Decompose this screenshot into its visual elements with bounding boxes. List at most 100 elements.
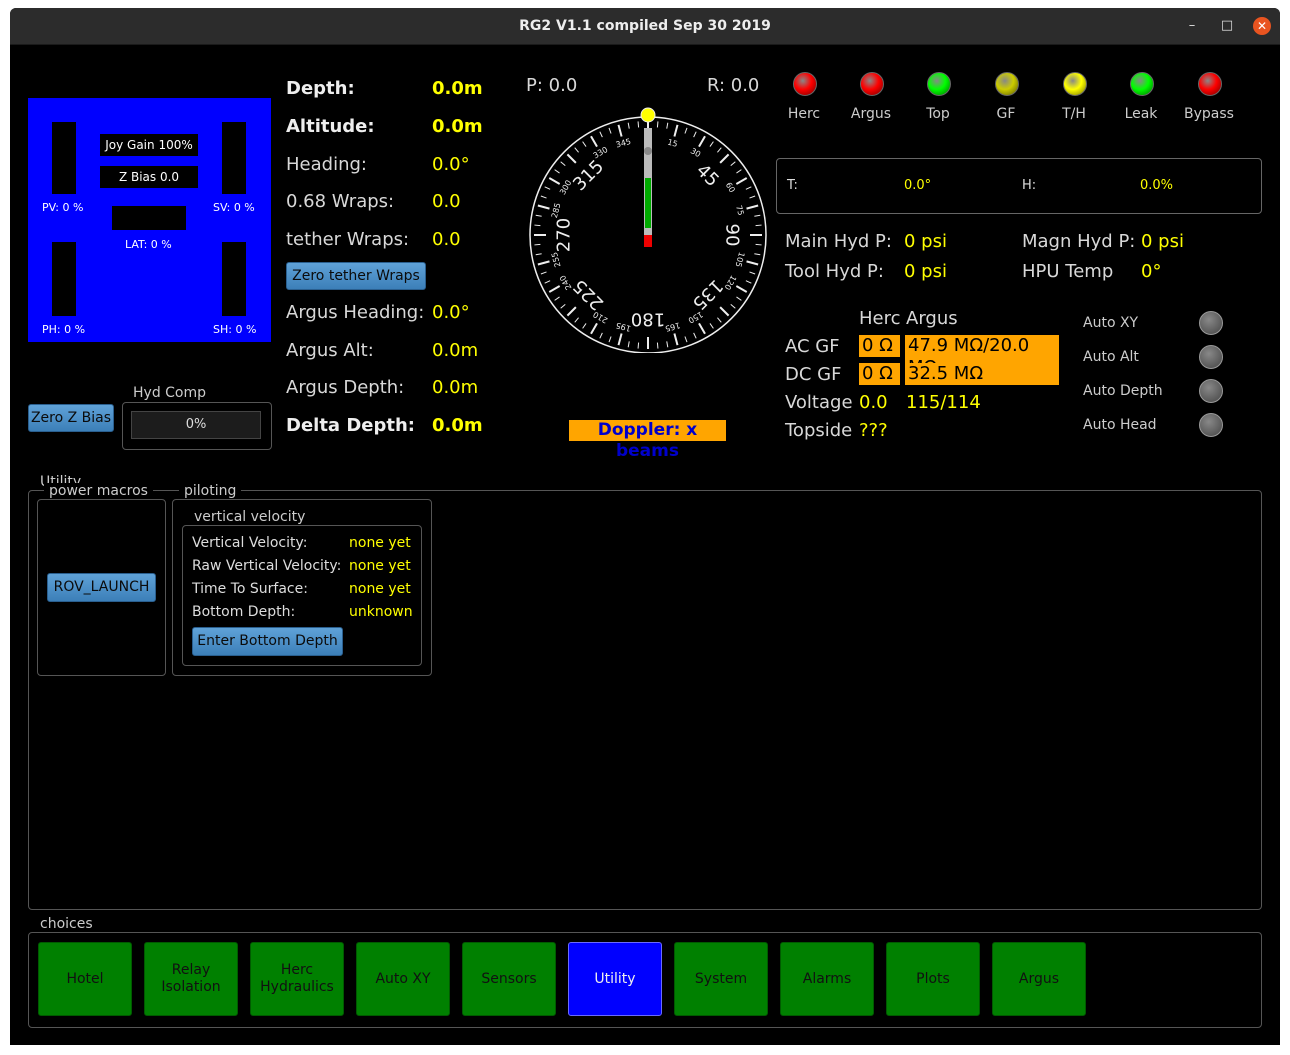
compass-tick bbox=[544, 280, 551, 284]
compass-tick bbox=[540, 195, 547, 199]
compass-tick bbox=[730, 304, 736, 309]
compass-label: 330 bbox=[592, 145, 610, 160]
bottom-depth-label: Bottom Depth: bbox=[192, 604, 296, 620]
main-hyd-value: 0 psi bbox=[904, 231, 947, 252]
doppler-status: Doppler: x beams bbox=[569, 420, 726, 461]
ph-bar bbox=[52, 242, 76, 316]
choice-relay-isolation-button[interactable]: Relay Isolation bbox=[144, 942, 238, 1016]
compass-tick bbox=[637, 342, 640, 349]
compass-label: 150 bbox=[687, 310, 705, 325]
close-button[interactable]: ✕ bbox=[1253, 17, 1271, 35]
compass-tick bbox=[608, 336, 612, 343]
maximize-button[interactable]: □ bbox=[1218, 17, 1236, 35]
hpu-temp-value: 0° bbox=[1141, 261, 1162, 282]
choice-herc-hydraulics-button[interactable]: Herc Hydraulics bbox=[250, 942, 344, 1016]
zero-z-bias-button[interactable]: Zero Z Bias bbox=[28, 404, 114, 432]
compass-tick bbox=[673, 124, 679, 137]
vv-label: Vertical Velocity: bbox=[192, 535, 308, 551]
heading-marker bbox=[640, 107, 656, 123]
choice-auto-xy-button[interactable]: Auto XY bbox=[356, 942, 450, 1016]
hpu-temp-label: HPU Temp bbox=[1022, 261, 1114, 282]
delta-depth-label: Delta Depth: bbox=[286, 415, 415, 436]
compass-tick bbox=[717, 147, 722, 153]
compass-tick bbox=[754, 253, 761, 256]
choice-argus-button[interactable]: Argus bbox=[992, 942, 1086, 1016]
magn-hyd-label: Magn Hyd P: bbox=[1022, 231, 1136, 252]
compass-tick bbox=[745, 186, 752, 190]
vertical-velocity-title: vertical velocity bbox=[189, 509, 311, 525]
argus-heading-label: Argus Heading: bbox=[286, 302, 425, 323]
depth-label: Depth: bbox=[286, 78, 355, 99]
compass-tick bbox=[684, 336, 688, 343]
thruster-panel: Joy Gain 100% Z Bias 0.0 PV: 0 % SV: 0 %… bbox=[28, 98, 271, 342]
compass-label: 255 bbox=[550, 251, 563, 268]
compass-label: 165 bbox=[664, 320, 681, 333]
compass-tick bbox=[627, 341, 630, 348]
compass-tick bbox=[582, 323, 587, 329]
roll-readout: R: 0.0 bbox=[707, 75, 760, 96]
piloting-title: piloting bbox=[179, 483, 242, 499]
lamp-argus-indicator bbox=[860, 72, 884, 96]
lamp-argus-label: Argus bbox=[850, 106, 892, 122]
dc-gf-label: DC GF bbox=[785, 364, 842, 385]
zero-tether-wraps-button[interactable]: Zero tether Wraps bbox=[286, 262, 426, 290]
compass-label: 270 bbox=[554, 218, 575, 252]
compass-tick bbox=[617, 124, 623, 137]
choices-title: choices bbox=[35, 916, 98, 932]
heading-needle-red bbox=[644, 235, 652, 247]
raw-vv-value: none yet bbox=[349, 558, 411, 574]
joy-gain-label: Joy Gain 100% bbox=[100, 134, 198, 156]
auto-alt-indicator bbox=[1199, 345, 1223, 369]
compass-tick bbox=[627, 122, 630, 129]
sv-label: SV: 0 % bbox=[213, 201, 255, 214]
lat-label: LAT: 0 % bbox=[125, 238, 172, 251]
choice-system-button[interactable]: System bbox=[674, 942, 768, 1016]
ac-gf-label: AC GF bbox=[785, 336, 840, 357]
topside-value: ??? bbox=[859, 420, 888, 441]
compass-tick bbox=[590, 322, 598, 335]
compass-tick bbox=[735, 285, 748, 293]
enter-bottom-depth-button[interactable]: Enter Bottom Depth bbox=[192, 627, 343, 656]
choice-sensors-button[interactable]: Sensors bbox=[462, 942, 556, 1016]
lamp-th-indicator bbox=[1063, 72, 1087, 96]
compass-tick bbox=[709, 323, 714, 329]
minimize-button[interactable]: – bbox=[1183, 17, 1201, 35]
compass-label: 180 bbox=[631, 309, 665, 330]
choice-hotel-button[interactable]: Hotel bbox=[38, 942, 132, 1016]
compass-tick bbox=[673, 333, 679, 346]
compass-tick bbox=[590, 135, 598, 148]
dc-gf-herc: 0 Ω bbox=[859, 363, 900, 385]
sh-label: SH: 0 % bbox=[213, 323, 257, 336]
compass-label: 90 bbox=[722, 224, 743, 247]
z-bias-label: Z Bias 0.0 bbox=[100, 166, 198, 188]
ph-label: PH: 0 % bbox=[42, 323, 86, 336]
compass-tick bbox=[666, 122, 669, 129]
auto-depth-indicator bbox=[1199, 379, 1223, 403]
compass-tick bbox=[754, 214, 761, 217]
choice-plots-button[interactable]: Plots bbox=[886, 942, 980, 1016]
compass-label: 240 bbox=[558, 274, 573, 292]
compass-label: 105 bbox=[733, 251, 746, 268]
rov-launch-button[interactable]: ROV_LAUNCH bbox=[47, 573, 156, 602]
time-to-surface-label: Time To Surface: bbox=[192, 581, 308, 597]
gf-herc-header: Herc bbox=[859, 308, 901, 329]
compass-tick bbox=[693, 332, 697, 339]
compass-tick bbox=[599, 332, 603, 339]
wraps-value: 0.0 bbox=[432, 191, 461, 212]
compass-tick bbox=[534, 224, 541, 227]
compass-tick bbox=[698, 322, 706, 335]
auto-xy-indicator bbox=[1199, 311, 1223, 335]
argus-alt-value: 0.0m bbox=[432, 340, 479, 361]
heading-value: 0.0° bbox=[432, 154, 470, 175]
temp-value: 0.0° bbox=[904, 178, 932, 193]
choice-alarms-button[interactable]: Alarms bbox=[780, 942, 874, 1016]
compass-tick bbox=[560, 304, 566, 309]
ac-gf-herc: 0 Ω bbox=[859, 335, 900, 357]
hyd-comp-value: 0% bbox=[131, 411, 261, 439]
lamp-th-label: T/H bbox=[1062, 106, 1086, 122]
choice-utility-button[interactable]: Utility bbox=[568, 942, 662, 1016]
power-macros-title: power macros bbox=[44, 483, 153, 499]
compass-tick bbox=[719, 153, 730, 164]
title-bar: RG2 V1.1 compiled Sep 30 2019 – □ ✕ bbox=[10, 8, 1280, 45]
lamp-leak-label: Leak bbox=[1124, 106, 1158, 122]
